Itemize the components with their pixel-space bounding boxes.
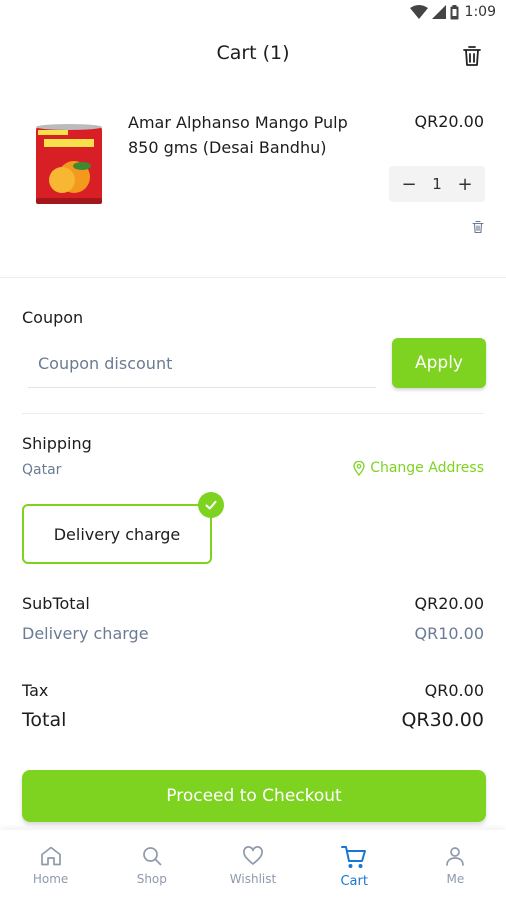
delivery-charge-label: Delivery charge — [22, 624, 149, 643]
product-image[interactable] — [34, 122, 104, 206]
tax-label: Tax — [22, 681, 49, 700]
coupon-label: Coupon — [22, 308, 84, 327]
nav-item-cart[interactable]: Cart — [304, 830, 405, 900]
nav-label-wishlist: Wishlist — [229, 872, 277, 886]
change-address-label: Change Address — [370, 460, 484, 476]
nav-label-me: Me — [446, 872, 465, 886]
nav-label-shop: Shop — [136, 872, 167, 886]
nav-item-me[interactable]: Me — [405, 830, 506, 900]
tax-value: QR0.00 — [424, 681, 484, 700]
remove-item-trash-icon[interactable] — [471, 220, 485, 234]
delivery-option-label: Delivery charge — [53, 524, 181, 544]
person-icon — [446, 847, 465, 866]
wifi-icon — [409, 5, 428, 19]
cart-item: Amar Alphanso Mango Pulp 850 gms (Desai … — [0, 100, 506, 276]
search-icon — [142, 847, 162, 866]
shipping-label: Shipping — [22, 434, 92, 453]
product-name[interactable]: Amar Alphanso Mango Pulp 850 gms (Desai … — [128, 110, 383, 160]
heart-icon — [243, 846, 263, 865]
signal-icon — [431, 5, 446, 19]
cart-icon — [341, 846, 367, 868]
status-bar: 1:09 — [0, 0, 506, 28]
decrement-button[interactable]: − — [401, 174, 417, 195]
quantity-stepper: − 1 + — [389, 166, 485, 202]
location-pin-icon — [353, 460, 365, 476]
subtotal-label: SubTotal — [22, 594, 90, 613]
divider — [22, 413, 484, 414]
change-address-link[interactable]: Change Address — [353, 460, 484, 476]
coupon-input[interactable] — [28, 340, 376, 388]
battery-icon — [450, 4, 459, 19]
delivery-charge-value: QR10.00 — [414, 624, 484, 643]
nav-label-cart: Cart — [340, 874, 368, 889]
bottom-nav: Home Shop Wishlist Cart Me — [0, 830, 506, 900]
status-time: 1:09 — [464, 4, 496, 20]
nav-item-home[interactable]: Home — [0, 830, 101, 900]
home-icon — [40, 846, 61, 866]
nav-label-home: Home — [32, 872, 69, 886]
divider — [0, 277, 506, 278]
total-label: Total — [22, 709, 67, 731]
nav-item-shop[interactable]: Shop — [101, 830, 202, 900]
nav-item-wishlist[interactable]: Wishlist — [202, 830, 303, 900]
apply-coupon-button[interactable]: Apply — [392, 338, 486, 388]
status-icons: 1:09 — [409, 4, 496, 20]
page-title: Cart (1) — [216, 42, 290, 64]
proceed-to-checkout-button[interactable]: Proceed to Checkout — [22, 770, 486, 822]
selected-check-icon — [198, 492, 224, 518]
header: Cart (1) — [0, 28, 506, 84]
shipping-country: Qatar — [22, 462, 62, 478]
increment-button[interactable]: + — [457, 174, 473, 195]
total-value: QR30.00 — [401, 709, 484, 731]
clear-cart-trash-icon[interactable] — [460, 44, 484, 68]
product-price: QR20.00 — [414, 112, 484, 131]
delivery-option-card[interactable]: Delivery charge — [22, 504, 212, 564]
quantity-value: 1 — [432, 175, 442, 193]
subtotal-value: QR20.00 — [414, 594, 484, 613]
